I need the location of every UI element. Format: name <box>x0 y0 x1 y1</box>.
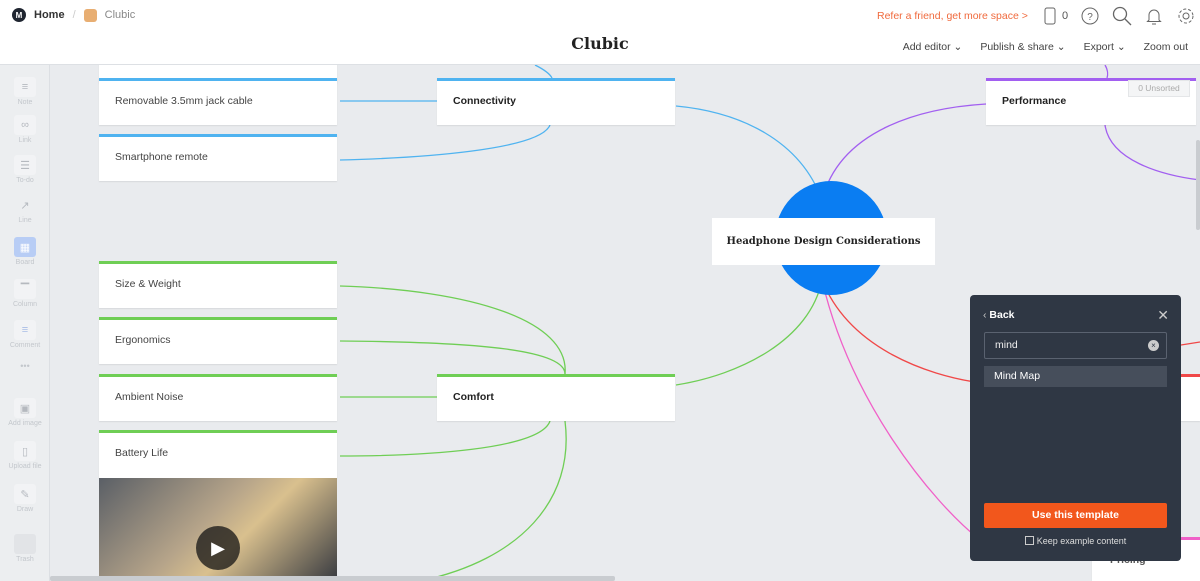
breadcrumb-separator: / <box>72 9 76 21</box>
card-comfort[interactable]: Comfort <box>437 374 675 421</box>
publish-share-menu[interactable]: Publish & share ⌄ <box>980 41 1065 53</box>
tool-upload-file[interactable]: ▯ Upload file <box>0 441 50 470</box>
breadcrumb-board[interactable]: Clubic <box>105 9 136 21</box>
tool-sidebar: ≡ Note ∞ Link ☰ To-do ↗ Line ▦ Board ▔ Column … <box>0 65 50 581</box>
card-battery-life[interactable]: Battery Life <box>99 430 337 478</box>
top-bar: M Home / Clubic Clubic Refer a friend, g… <box>0 0 1200 65</box>
device-count: 0 <box>1062 10 1069 22</box>
card-ergonomics[interactable]: Ergonomics <box>99 317 337 364</box>
gear-icon[interactable] <box>1176 6 1196 26</box>
keep-example-content[interactable]: Keep example content <box>970 536 1181 546</box>
template-search-input[interactable]: mind × <box>984 332 1167 359</box>
image-icon: ▣ <box>14 398 36 418</box>
tool-label: Note <box>17 99 33 106</box>
tool-link[interactable]: ∞ Link <box>0 115 50 144</box>
search-value: mind <box>995 339 1018 351</box>
back-button[interactable]: ‹ Back <box>983 309 1015 321</box>
tool-more[interactable]: ••• <box>0 361 50 371</box>
tool-line[interactable]: ↗ Line <box>0 195 50 225</box>
file-icon: ▯ <box>14 441 36 461</box>
comment-icon: ≡ <box>14 320 36 340</box>
board-icon <box>83 8 97 22</box>
mobile-icon[interactable] <box>1040 6 1060 26</box>
breadcrumb: M Home / Clubic <box>12 8 135 22</box>
note-icon: ≡ <box>14 77 36 97</box>
tool-label: Comment <box>9 342 41 349</box>
tool-note[interactable]: ≡ Note <box>0 77 50 106</box>
card-ambient-noise[interactable]: Ambient Noise <box>99 374 337 421</box>
tool-todo[interactable]: ☰ To-do <box>0 155 50 184</box>
template-panel: ‹ Back ✕ mind × Mind Map Use this templat… <box>970 295 1181 561</box>
center-node[interactable]: Headphone Design Considerations <box>712 218 935 265</box>
video-thumbnail[interactable]: ▶ <box>99 478 337 578</box>
card-partial-red[interactable] <box>1180 374 1200 421</box>
refer-link[interactable]: Refer a friend, get more space > <box>877 10 1028 22</box>
tool-label: Upload file <box>8 463 42 470</box>
milanote-logo-icon[interactable]: M <box>12 8 26 22</box>
todo-icon: ☰ <box>14 155 36 175</box>
tool-label: Link <box>18 137 32 144</box>
bell-icon[interactable] <box>1144 6 1164 26</box>
tool-comment[interactable]: ≡ Comment <box>0 320 50 349</box>
help-icon[interactable]: ? <box>1080 6 1100 26</box>
svg-text:?: ? <box>1087 12 1093 23</box>
link-icon: ∞ <box>14 115 36 135</box>
search-icon[interactable] <box>1112 6 1132 26</box>
breadcrumb-home[interactable]: Home <box>34 9 65 21</box>
close-icon[interactable]: ✕ <box>1157 307 1169 324</box>
column-icon: ▔ <box>14 279 36 299</box>
tool-label: Add image <box>8 420 42 427</box>
keep-example-checkbox[interactable] <box>1024 536 1034 545</box>
vertical-scrollbar[interactable] <box>1196 140 1200 230</box>
card-connectivity[interactable]: Connectivity <box>437 78 675 125</box>
template-result-mind-map[interactable]: Mind Map <box>984 366 1167 387</box>
zoom-out-button[interactable]: Zoom out <box>1144 41 1188 53</box>
unsorted-badge[interactable]: 0 Unsorted <box>1128 80 1190 97</box>
horizontal-scrollbar[interactable] <box>50 576 615 581</box>
tool-add-image[interactable]: ▣ Add image <box>0 398 50 427</box>
trash-icon <box>14 534 36 554</box>
tool-board[interactable]: ▦ Board <box>0 237 50 266</box>
card-smartphone-remote[interactable]: Smartphone remote <box>99 134 337 181</box>
tool-label: Draw <box>16 506 34 513</box>
board-icon: ▦ <box>14 237 36 257</box>
pencil-icon: ✎ <box>14 484 36 504</box>
line-icon: ↗ <box>20 199 30 212</box>
export-menu[interactable]: Export ⌄ <box>1084 41 1126 53</box>
tool-label: Column <box>12 301 38 308</box>
card-jack-cable[interactable]: Removable 3.5mm jack cable <box>99 78 337 125</box>
tool-label: Line <box>18 217 32 224</box>
play-icon[interactable]: ▶ <box>196 526 240 570</box>
card-size-weight[interactable]: Size & Weight <box>99 261 337 308</box>
back-label: Back <box>989 309 1015 321</box>
tool-label: Trash <box>16 556 34 563</box>
clear-search-icon[interactable]: × <box>1148 340 1159 351</box>
tool-draw[interactable]: ✎ Draw <box>0 484 50 513</box>
keep-example-label: Keep example content <box>1036 536 1127 546</box>
tool-label: Board <box>15 259 35 266</box>
use-template-button[interactable]: Use this template <box>984 503 1167 528</box>
tool-label: To-do <box>16 177 34 184</box>
tool-column[interactable]: ▔ Column <box>0 279 50 308</box>
add-editor-menu[interactable]: Add editor ⌄ <box>903 41 963 53</box>
tool-trash[interactable]: Trash <box>0 534 50 563</box>
